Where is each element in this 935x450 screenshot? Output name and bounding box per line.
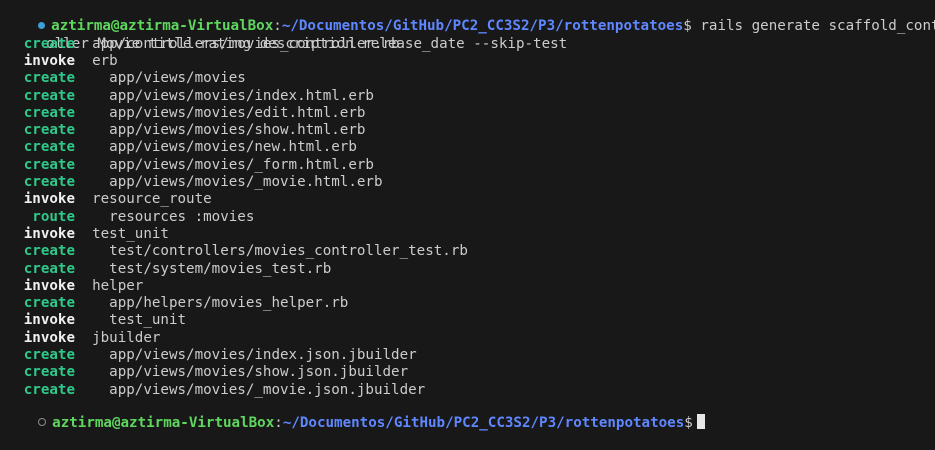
output-action: route [32, 208, 75, 225]
output-action: invoke [23, 191, 75, 208]
output-action: invoke [23, 225, 75, 242]
output-action: invoke [23, 277, 75, 294]
output-line: invoke helper [0, 277, 144, 295]
output-line: create test/controllers/movies_controlle… [0, 243, 468, 260]
prompt-line-current[interactable]: aztirma@aztirma-VirtualBox:~/Documentos/… [0, 397, 705, 431]
output-line: create app/views/movies [0, 70, 246, 87]
output-action: create [23, 122, 75, 139]
output-action: create [23, 87, 75, 104]
output-action: create [23, 139, 75, 156]
output-argument: app/views/movies/_movie.json.jbuilder [92, 381, 426, 398]
output-argument: test/system/movies_test.rb [92, 260, 332, 277]
output-line: create app/helpers/movies_helper.rb [0, 295, 349, 312]
prompt-separator: : [274, 415, 283, 432]
output-action: invoke [23, 52, 75, 69]
block-cursor-icon[interactable] [696, 414, 705, 430]
output-line: create app/views/movies/new.html.erb [0, 139, 357, 156]
output-action: create [23, 295, 75, 312]
output-line: invoke test_unit [0, 312, 186, 329]
output-action: create [23, 35, 75, 52]
output-action: create [23, 156, 75, 173]
output-line: create app/views/movies/_movie.html.erb [0, 174, 383, 191]
output-line: create app/views/movies/edit.html.erb [0, 104, 366, 122]
output-line: invoke resource_route [0, 191, 212, 208]
output-action: invoke [23, 312, 75, 329]
output-argument: resources :movies [92, 208, 255, 225]
output-line: create app/views/movies/_form.html.erb [0, 157, 374, 174]
output-argument: helper [92, 277, 144, 294]
output-argument: app/views/movies/show.json.jbuilder [92, 364, 409, 381]
output-action: invoke [23, 329, 75, 346]
output-argument: test_unit [92, 312, 187, 329]
output-line: create app/views/movies/show.json.jbuild… [0, 364, 408, 381]
output-line: create test/system/movies_test.rb [0, 260, 332, 278]
output-action: create [23, 104, 75, 121]
output-argument: test_unit [92, 225, 169, 242]
output-action: create [23, 243, 75, 260]
output-argument: app/helpers/movies_helper.rb [92, 295, 349, 312]
output-action: create [23, 347, 75, 363]
output-line: create app/views/movies/index.json.jbuil… [0, 347, 417, 364]
output-line: invoke jbuilder [0, 329, 161, 347]
output-argument: app/views/movies/_form.html.erb [92, 156, 374, 173]
status-dot-empty-icon [38, 418, 47, 427]
command-continuation-line: oller Movie title rating description rel… [0, 18, 567, 52]
output-argument: app/views/movies [92, 70, 246, 87]
output-line: create app/views/movies/index.html.erb [0, 88, 374, 105]
output-action: create [23, 260, 75, 277]
output-action: create [23, 364, 75, 381]
output-argument: test/controllers/movies_controller_test.… [92, 243, 468, 260]
output-argument: jbuilder [92, 329, 161, 346]
prompt-line: aztirma@aztirma-VirtualBox:~/Documentos/… [0, 1, 935, 34]
output-argument: app/views/movies/new.html.erb [92, 139, 357, 156]
output-argument: app/views/movies/index.html.erb [92, 87, 374, 104]
prompt-user-host: aztirma@aztirma-VirtualBox [52, 415, 275, 432]
output-argument: app/views/movies/edit.html.erb [92, 104, 366, 121]
output-line: invoke test_unit [0, 226, 169, 243]
output-line: route resources :movies [0, 209, 254, 226]
output-line: invoke erb [0, 53, 118, 70]
output-argument: resource_route [92, 191, 212, 208]
output-argument: app/views/movies/_movie.html.erb [92, 174, 383, 190]
output-argument: app/views/movies/show.html.erb [92, 122, 366, 139]
output-argument: app/controllers/movies_controller.rb [92, 35, 400, 52]
prompt-symbol: $ [683, 18, 692, 35]
command-text: rails generate scaffold_contr [691, 18, 935, 35]
prompt-path: ~/Documentos/GitHub/PC2_CC3S2/P3/rottenp… [282, 415, 685, 432]
output-action: create [23, 70, 75, 87]
prompt-symbol: $ [684, 415, 693, 432]
output-action: create [23, 174, 75, 190]
terminal-window[interactable]: aztirma@aztirma-VirtualBox:~/Documentos/… [0, 0, 935, 431]
output-argument: app/views/movies/index.json.jbuilder [92, 347, 417, 363]
output-argument: erb [92, 52, 118, 69]
output-line: create app/views/movies/show.html.erb [0, 122, 366, 139]
output-line: create app/controllers/movies_controller… [0, 36, 400, 53]
